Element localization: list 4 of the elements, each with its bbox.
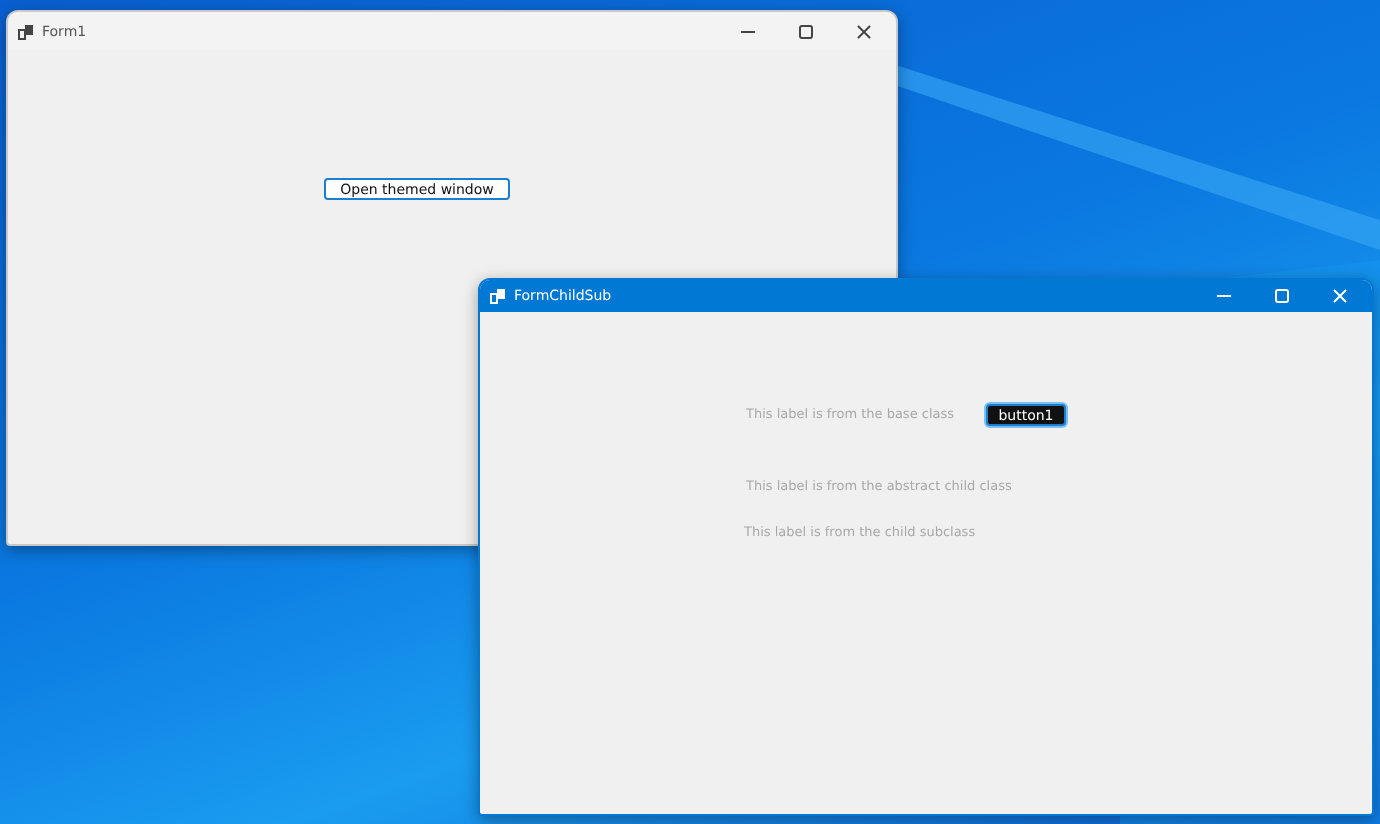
close-button[interactable] [855,23,871,39]
maximize-button[interactable] [797,23,813,39]
app-icon [490,288,506,304]
app-icon [18,23,34,39]
